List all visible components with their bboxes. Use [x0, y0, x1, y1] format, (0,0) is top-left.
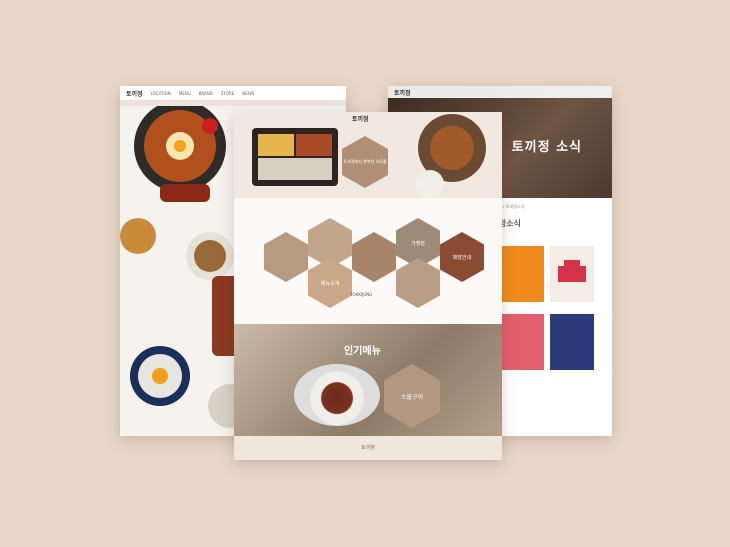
menu-title: 인기메뉴	[344, 346, 381, 357]
dish-photo	[294, 364, 380, 426]
left-nav-item[interactable]: LOCATION	[151, 91, 171, 96]
right-logo[interactable]: 토끼정	[394, 88, 411, 97]
right-nav-item[interactable]: NEWS	[594, 90, 606, 95]
brand-line: TOKKIJUNG	[350, 292, 373, 297]
hex-label: 매장안내	[452, 254, 472, 261]
center-hero: 토끼정 토끼정에서 행복한 하루를	[234, 112, 502, 198]
left-nav-item[interactable]: NEWS	[242, 91, 254, 96]
hex-store-link[interactable]: 매장안내	[440, 232, 484, 282]
news-card-thumbnail[interactable]	[550, 246, 594, 302]
right-nav-item[interactable]: BRAND	[554, 90, 568, 95]
left-nav-item[interactable]: MENU	[179, 91, 191, 96]
hex-photo	[396, 258, 440, 308]
left-nav: 토끼정 LOCATION MENU BRAND STORE NEWS	[120, 86, 346, 100]
brand-hex-grid: 메뉴소개 가맹점 매장안내 TOKKIJUNG	[234, 198, 502, 324]
hex-photo	[352, 232, 396, 282]
hex-photo	[264, 232, 308, 282]
right-nav-item[interactable]: MENU	[536, 90, 548, 95]
news-card-thumbnail[interactable]	[500, 246, 544, 302]
right-nav-item[interactable]: LOCATION	[510, 90, 530, 95]
news-card-thumbnail[interactable]	[500, 314, 544, 370]
left-nav-item[interactable]: STORE	[221, 91, 234, 96]
hex-label: 가맹점	[411, 240, 425, 247]
menu-item-hex[interactable]: 소불구이	[384, 364, 440, 428]
right-nav: 토끼정 LOCATION MENU BRAND STORE NEWS	[388, 86, 612, 98]
center-logo[interactable]: 토끼정	[352, 114, 369, 123]
news-card-thumbnail[interactable]	[550, 314, 594, 370]
center-page-preview: 토끼정 토끼정에서 행복한 하루를 메뉴소개 가맹점 매장안내 TOKKIJUN…	[234, 112, 502, 460]
center-footer: 토끼정	[234, 436, 502, 460]
menu-item-label: 소불구이	[400, 393, 424, 401]
hero-title: 토끼정 소식	[511, 140, 582, 155]
hex-menu-link[interactable]: 메뉴소개	[308, 258, 352, 308]
hex-label: 메뉴소개	[320, 280, 340, 287]
right-nav-item[interactable]: STORE	[575, 90, 588, 95]
house-illustration	[558, 260, 586, 282]
left-nav-item[interactable]: BRAND	[199, 91, 213, 96]
left-logo[interactable]: 토끼정	[126, 89, 143, 98]
